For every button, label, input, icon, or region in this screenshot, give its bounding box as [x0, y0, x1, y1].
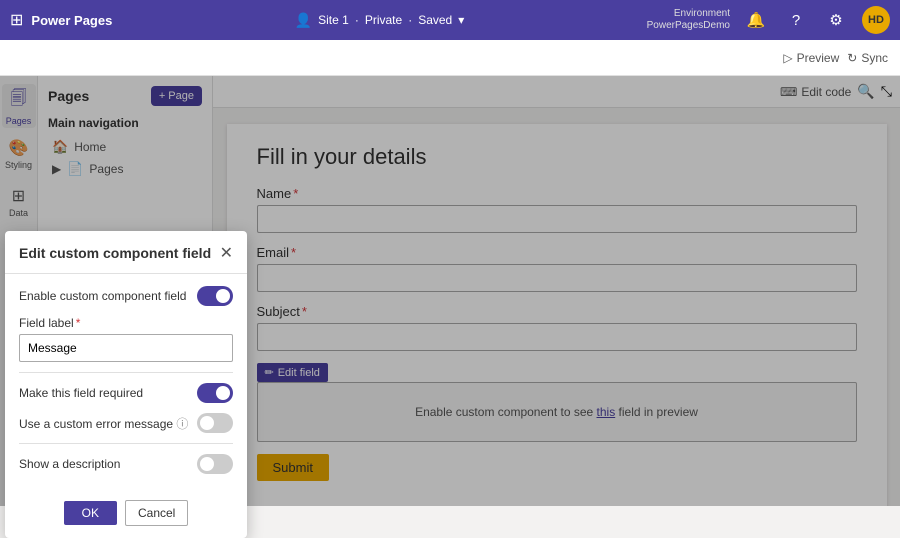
person-icon: 👤	[295, 12, 312, 29]
save-status: Saved	[418, 13, 452, 27]
app-name: Power Pages	[31, 13, 112, 28]
sub-nav-right: ▷ Preview ↻ Sync	[783, 51, 888, 65]
sync-icon: ↻	[847, 51, 857, 65]
show-description-label: Show a description	[19, 457, 120, 471]
site-status: Private	[365, 13, 402, 27]
field-label-label: Field label *	[19, 316, 233, 330]
top-nav-center: 👤 Site 1 · Private · Saved ▾	[295, 12, 465, 29]
sub-navbar: ▷ Preview ↻ Sync	[0, 40, 900, 76]
top-navbar: ⊞ Power Pages 👤 Site 1 · Private · Saved…	[0, 0, 900, 40]
site-name: Site 1	[318, 13, 349, 27]
cancel-button[interactable]: Cancel	[125, 500, 188, 526]
settings-icon[interactable]: ⚙	[822, 6, 850, 34]
enable-custom-toggle[interactable]	[197, 286, 233, 306]
custom-error-label: Use a custom error message ⓘ	[19, 415, 188, 432]
chevron-down-icon[interactable]: ▾	[458, 13, 464, 27]
sync-button[interactable]: ↻ Sync	[847, 51, 888, 65]
avatar[interactable]: HD	[862, 6, 890, 34]
modal-footer: OK Cancel	[5, 496, 247, 526]
main-layout: 🗐 Pages 🎨 Styling ⊞ Data ⚙ Setup Pages +…	[0, 76, 900, 506]
field-label-section: Field label *	[19, 316, 233, 362]
enable-custom-row: Enable custom component field	[19, 286, 233, 306]
custom-error-row: Use a custom error message ⓘ	[19, 413, 233, 433]
preview-label: Preview	[797, 51, 840, 65]
field-label-required-star: *	[76, 316, 81, 330]
help-icon[interactable]: ?	[782, 6, 810, 34]
env-label: Environment PowerPagesDemo	[647, 8, 730, 32]
grid-icon[interactable]: ⊞	[10, 10, 23, 30]
modal-close-button[interactable]: ✕	[220, 243, 233, 263]
make-required-label: Make this field required	[19, 386, 143, 400]
modal-header: Edit custom component field ✕	[5, 231, 247, 274]
modal-body: Enable custom component field Field labe…	[5, 274, 247, 496]
show-description-toggle[interactable]	[197, 454, 233, 474]
divider-2	[19, 443, 233, 444]
site-separator2: ·	[408, 13, 412, 27]
field-label-input[interactable]	[19, 334, 233, 362]
edit-component-field-modal: Edit custom component field ✕ Enable cus…	[5, 231, 247, 538]
notifications-icon[interactable]: 🔔	[742, 6, 770, 34]
site-separator: ·	[355, 13, 359, 27]
enable-custom-label: Enable custom component field	[19, 289, 186, 303]
show-description-row: Show a description	[19, 454, 233, 474]
preview-icon: ▷	[783, 51, 792, 65]
ok-button[interactable]: OK	[64, 501, 117, 525]
info-icon[interactable]: ⓘ	[176, 417, 188, 431]
divider-1	[19, 372, 233, 373]
make-required-toggle[interactable]	[197, 383, 233, 403]
custom-error-toggle[interactable]	[197, 413, 233, 433]
sync-label: Sync	[861, 51, 888, 65]
make-required-row: Make this field required	[19, 383, 233, 403]
preview-button[interactable]: ▷ Preview	[783, 51, 839, 65]
top-nav-right: Environment PowerPagesDemo 🔔 ? ⚙ HD	[647, 6, 890, 34]
modal-title: Edit custom component field	[19, 245, 211, 261]
top-nav-left: ⊞ Power Pages	[10, 10, 112, 30]
